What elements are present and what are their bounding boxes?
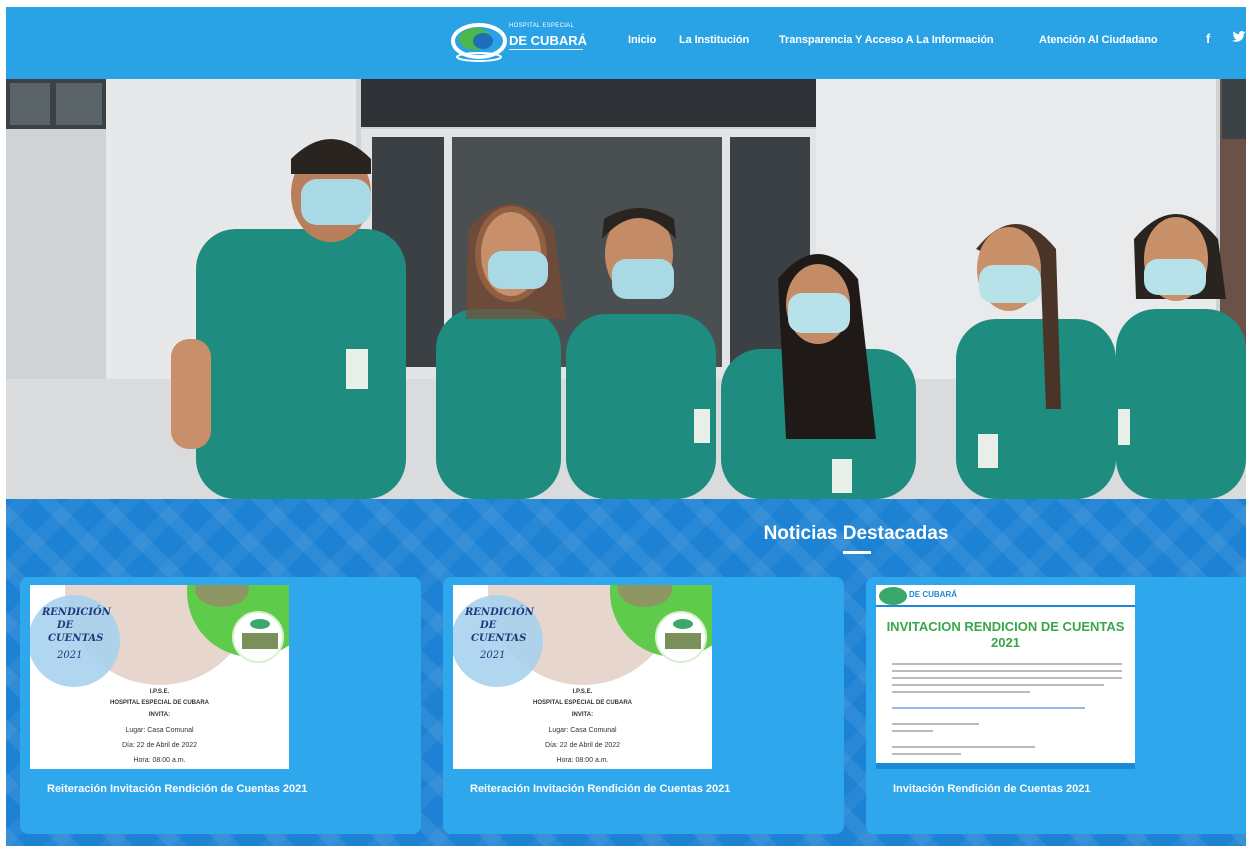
featured-news-section: Noticias Destacadas RENDICIÓN DE CUENTAS… [6,499,1246,846]
poster-text-line: Día: 22 de Abril de 2022 [121,742,198,749]
poster-text-line: Hora: 08:00 a.m. [556,757,609,764]
news-card-image[interactable]: RENDICIÓN DE CUENTAS 2021 I.P.S.E. HOSPI… [453,585,712,769]
invitation-title: INVITACION RENDICION DE CUENTAS 2021 [886,619,1125,650]
nav-la-institucion[interactable]: La Institución [679,34,749,46]
news-card-title[interactable]: Invitación Rendición de Cuentas 2021 [893,783,1090,795]
poster-script-line: DE [57,620,74,631]
poster-small-photo [655,611,707,663]
site-header: HOSPITAL ESPECIAL DE CUBARÁ Inicio La In… [6,7,1246,79]
poster-text-line: HOSPITAL ESPECIAL DE CUBARA [532,700,632,706]
invitation-footer-bar [876,763,1135,769]
poster-text-line: HOSPITAL ESPECIAL DE CUBARA [109,700,209,706]
logo-line-main: DE CUBARÁ [509,33,587,48]
featured-news-title: Noticias Destacadas [763,523,949,544]
poster-script-line: DE [480,620,497,631]
twitter-icon[interactable] [1232,31,1246,46]
nav-atencion-ciudadano[interactable]: Atención Al Ciudadano [1039,34,1158,46]
hero-staff-photo [6,79,1246,499]
nav-transparencia[interactable]: Transparencia Y Acceso A La Información [779,34,994,46]
poster-year: 2021 [57,650,83,661]
hospital-logo[interactable]: HOSPITAL ESPECIAL DE CUBARÁ [449,17,594,67]
poster-script-line: RENDICIÓN [42,607,111,618]
news-card[interactable]: DE CUBARÁ INVITACION RENDICION DE CUENTA… [866,577,1246,834]
news-card-image[interactable]: RENDICIÓN DE CUENTAS 2021 I.P.S.E. HOSPI… [30,585,289,769]
poster-text-line: Lugar: Casa Comunal [548,727,617,734]
title-underline [843,551,871,554]
invitation-logo-text: DE CUBARÁ [909,590,957,599]
news-card[interactable]: RENDICIÓN DE CUENTAS 2021 I.P.S.E. HOSPI… [20,577,421,834]
poster-text-line: Lugar: Casa Comunal [125,727,194,734]
news-card-title[interactable]: Reiteración Invitación Rendición de Cuen… [470,783,730,795]
poster-small-photo [232,611,284,663]
poster-year: 2021 [480,650,506,661]
logo-divider [509,49,583,50]
logo-emblem-icon [879,587,907,605]
news-card-title[interactable]: Reiteración Invitación Rendición de Cuen… [47,783,307,795]
logo-line-top: HOSPITAL ESPECIAL [509,23,575,29]
facebook-icon[interactable]: f [1206,31,1210,46]
poster-script-line: RENDICIÓN [465,607,534,618]
logo-emblem-icon [451,23,507,62]
poster-text-line: I.P.S.E. [572,689,593,695]
nav-inicio[interactable]: Inicio [628,34,656,46]
invitation-header: DE CUBARÁ [876,585,1135,607]
poster-text-line: INVITA: [148,712,171,718]
poster-text-line: INVITA: [571,712,594,718]
news-card-image[interactable]: DE CUBARÁ INVITACION RENDICION DE CUENTA… [876,585,1135,769]
poster-text-line: Día: 22 de Abril de 2022 [544,742,621,749]
poster-text-line: I.P.S.E. [149,689,170,695]
news-card[interactable]: RENDICIÓN DE CUENTAS 2021 I.P.S.E. HOSPI… [443,577,844,834]
poster-text-line: Hora: 08:00 a.m. [133,757,186,764]
invitation-body-text [892,663,1122,760]
poster-script-line: CUENTAS [471,633,527,644]
poster-script-line: CUENTAS [48,633,104,644]
